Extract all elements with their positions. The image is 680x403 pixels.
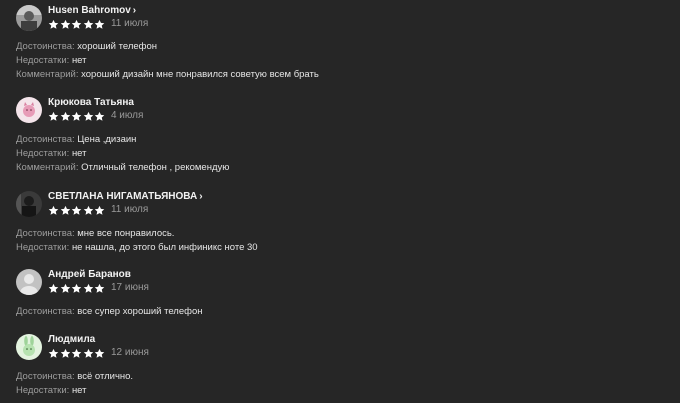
author-name[interactable]: Людмила: [48, 334, 95, 346]
star-icon: [71, 205, 82, 216]
pros-line: Достоинства: Цена ,дизаин: [16, 134, 137, 145]
review-date: 4 июля: [110, 110, 144, 121]
cons-line: Недостатки: нет: [16, 385, 87, 396]
star-icon: [94, 19, 105, 30]
author-name[interactable]: Крюкова Татьяна: [48, 97, 134, 109]
star-icon: [60, 348, 71, 359]
rating-stars: 11 июля: [48, 18, 148, 30]
star-icon: [48, 111, 59, 122]
author-name[interactable]: СВЕТЛАНА НИГАМАТЬЯНОВА ›: [48, 191, 203, 203]
author-name[interactable]: Husen Bahromov ›: [48, 5, 136, 17]
author-avatar[interactable]: [16, 5, 42, 31]
star-icon: [60, 111, 71, 122]
star-icon: [60, 19, 71, 30]
star-icon: [71, 19, 82, 30]
pink-cat-avatar-icon: [16, 97, 42, 123]
photo-avatar-icon: [16, 191, 42, 217]
rating-stars: 17 июня: [48, 282, 149, 294]
comment-line: Комментарий: Отличный телефон , рекоменд…: [16, 162, 230, 173]
author-avatar[interactable]: [16, 334, 42, 360]
star-icon: [83, 19, 94, 30]
cons-line: Недостатки: нет: [16, 55, 87, 66]
comment-line: Комментарий: хороший дизайн мне понравил…: [16, 69, 319, 80]
review-date: 17 июня: [110, 282, 149, 293]
pros-line: Достоинства: мне все понравилось.: [16, 228, 175, 239]
rating-stars: 12 июня: [48, 347, 149, 359]
pros-line: Достоинства: хороший телефон: [16, 41, 158, 52]
star-icon: [48, 19, 59, 30]
star-icon: [83, 205, 94, 216]
author-avatar[interactable]: [16, 191, 42, 217]
star-icon: [48, 283, 59, 294]
author-avatar[interactable]: [16, 97, 42, 123]
star-icon: [60, 205, 71, 216]
chevron-right-icon: ›: [132, 5, 137, 16]
star-icon: [83, 283, 94, 294]
star-icon: [71, 111, 82, 122]
chevron-right-icon: ›: [199, 191, 203, 202]
review-date: 12 июня: [110, 347, 149, 358]
review-date: 11 июля: [110, 18, 149, 29]
star-icon: [83, 111, 94, 122]
star-icon: [48, 348, 59, 359]
default-person-avatar-icon: [16, 269, 42, 295]
star-icon: [60, 283, 71, 294]
rating-stars: 4 июля: [48, 110, 143, 122]
star-icon: [94, 111, 105, 122]
pros-line: Достоинства: всё отлично.: [16, 371, 134, 382]
author-name[interactable]: Андрей Баранов: [48, 269, 131, 281]
star-icon: [71, 348, 82, 359]
green-bunny-avatar-icon: [16, 334, 42, 360]
star-icon: [94, 205, 105, 216]
star-icon: [71, 283, 82, 294]
star-icon: [94, 283, 105, 294]
pros-line: Достоинства: все супер хороший телефон: [16, 306, 203, 317]
star-icon: [94, 348, 105, 359]
cons-line: Недостатки: не нашла, до этого был инфин…: [16, 242, 258, 253]
rating-stars: 11 июля: [48, 204, 148, 216]
author-avatar[interactable]: [16, 269, 42, 295]
star-icon: [48, 205, 59, 216]
reviews-list: Husen Bahromov › 11 июля Достоинства: хор…: [0, 0, 680, 403]
cons-line: Недостатки: нет: [16, 148, 87, 159]
star-icon: [83, 348, 94, 359]
review-date: 11 июля: [110, 204, 149, 215]
photo-avatar-icon: [16, 5, 42, 31]
